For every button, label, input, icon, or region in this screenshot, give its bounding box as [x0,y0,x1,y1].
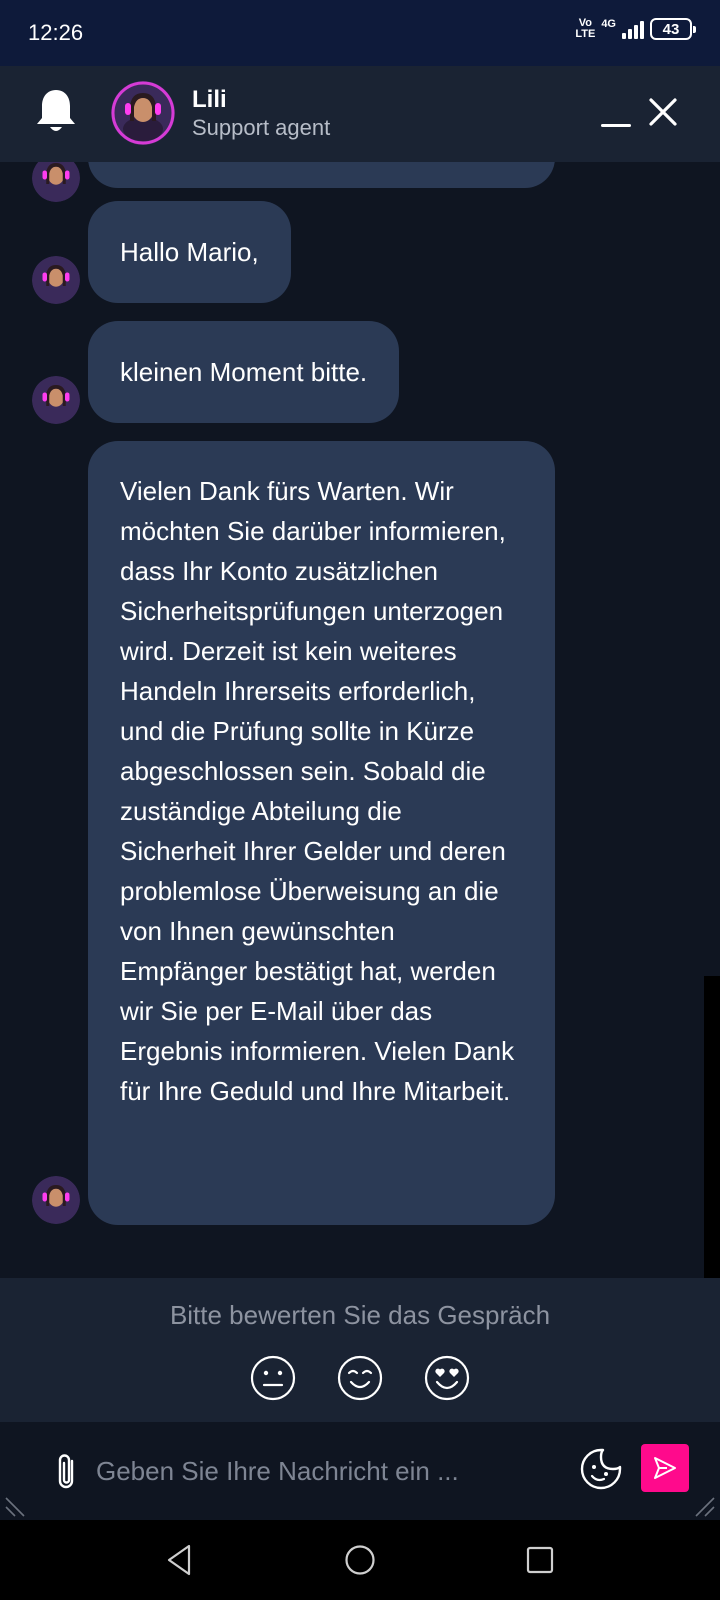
message-text: Hallo Mario, [120,237,259,267]
resize-handle-icon[interactable] [4,1496,26,1518]
rating-prompt: Bitte bewerten Sie das Gespräch [169,1300,551,1330]
smiling-face-icon[interactable] [336,1354,384,1402]
bell-icon[interactable] [34,86,78,136]
status-time: 12:26 [28,20,84,45]
home-icon[interactable] [340,1540,380,1580]
resize-handle-icon[interactable] [694,1496,716,1518]
scrollbar-thumb[interactable] [704,976,720,1278]
agent-avatar-small [32,376,80,424]
message-input[interactable] [96,1446,556,1496]
minimize-icon[interactable] [599,120,633,130]
message-bubble: kleinen Moment bitte. [88,321,400,423]
rating-panel: Bitte bewerten Sie das Gespräch [0,1278,720,1422]
send-icon [654,1457,676,1479]
agent-avatar [111,81,175,145]
close-icon[interactable] [645,94,681,130]
heart-eyes-face-icon[interactable] [423,1354,471,1402]
message-text: kleinen Moment bitte. [120,357,368,387]
agent-name: Lili [192,86,227,113]
sticker-icon[interactable] [580,1448,622,1490]
send-button[interactable] [641,1444,689,1492]
paperclip-icon[interactable] [52,1452,82,1492]
message-bubble: Vielen Dank fürs Warten. Wir möchten Sie… [88,441,555,1225]
recents-icon[interactable] [520,1540,560,1580]
agent-avatar-small [32,1176,80,1224]
battery-level: 43 [662,20,680,38]
status-bar: 12:26 Vo LTE 4G 43 [0,0,720,66]
chat-header: Lili Support agent [0,66,720,162]
message-list[interactable]: Hallo Mario, kleinen Moment bitte. Viele… [0,162,720,1278]
back-icon[interactable] [159,1540,199,1580]
message-bubble: Hallo Mario, [88,201,291,303]
network-type: 4G [601,18,616,30]
signal-icon [622,19,644,39]
message-text: Vielen Dank fürs Warten. Wir möchten Sie… [120,476,515,1106]
status-indicators: Vo LTE 4G 43 [575,17,696,40]
agent-avatar-small [32,256,80,304]
agent-avatar-small [32,162,80,202]
message-composer [0,1422,720,1520]
system-nav-bar [0,1520,720,1600]
agent-role: Support agent [192,115,331,140]
neutral-face-icon[interactable] [249,1354,297,1402]
message-bubble-partial [88,162,555,188]
volte-indicator: Vo LTE [575,17,596,40]
battery-icon: 43 [650,18,696,40]
